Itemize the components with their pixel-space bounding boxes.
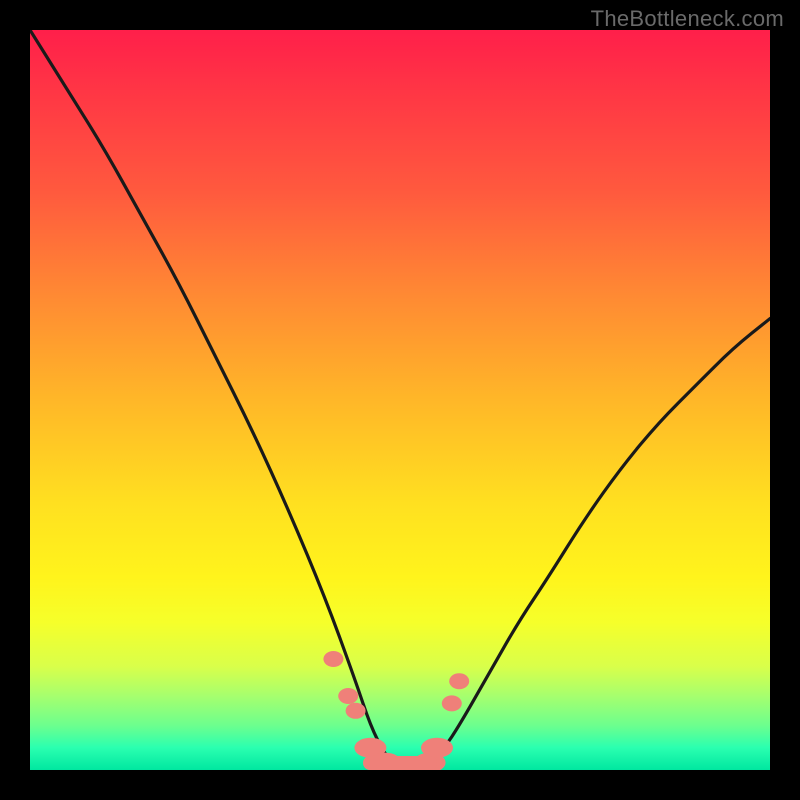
plot-area: [30, 30, 770, 770]
bottleneck-curve: [30, 30, 770, 770]
marker-blob: [449, 673, 469, 689]
marker-blob: [442, 695, 462, 711]
watermark-text: TheBottleneck.com: [591, 6, 784, 32]
marker-cluster: [323, 651, 469, 770]
marker-blob: [421, 738, 453, 758]
curve-group: [30, 30, 770, 770]
chart-frame: TheBottleneck.com: [0, 0, 800, 800]
marker-baseline: [363, 756, 437, 770]
bottleneck-curve-svg: [30, 30, 770, 770]
marker-blob: [323, 651, 343, 667]
marker-blob: [338, 688, 358, 704]
marker-blob: [346, 703, 366, 719]
